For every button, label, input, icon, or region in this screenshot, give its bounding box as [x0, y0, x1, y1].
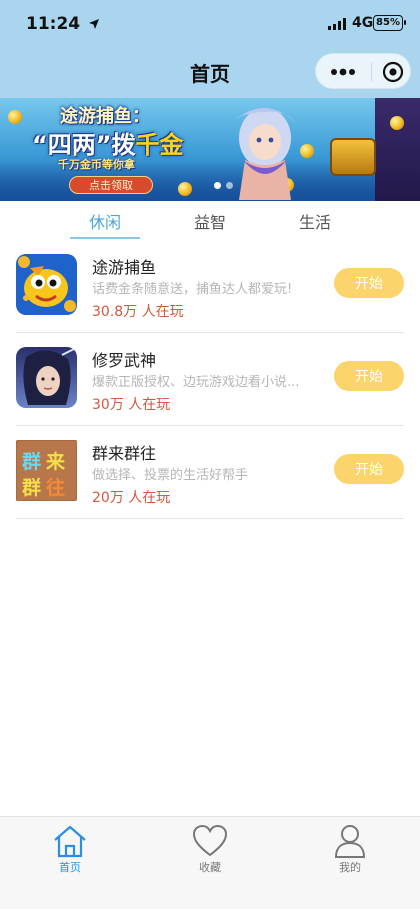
target-circle-icon[interactable]: [382, 61, 404, 83]
game-description: 爆款正版授权、边玩游戏边看小说...: [92, 375, 300, 390]
capsule-divider: [371, 63, 372, 81]
player-count: 30.8万 人在玩: [92, 304, 184, 320]
tab-active-indicator: [70, 237, 140, 239]
battery-icon: 85%: [373, 15, 406, 31]
banner-slogan-prefix: “四两”拨: [32, 131, 136, 159]
list-item[interactable]: 群 来 群 往 群来群往 做选择、投票的生活好帮手 20万 人在玩 开始: [0, 426, 420, 519]
row-divider: [16, 518, 404, 519]
group-app-icon-art: 群 来 群 往: [16, 440, 77, 501]
nav-item-profile[interactable]: 我的: [280, 817, 420, 909]
nav-item-home[interactable]: 首页: [0, 817, 140, 909]
svg-text:往: 往: [46, 476, 65, 499]
nav-label: 首页: [59, 861, 81, 874]
banner-slogan: “四两”拨千金: [32, 125, 184, 160]
location-arrow-icon: [89, 19, 99, 29]
more-dots-icon[interactable]: [330, 64, 356, 80]
start-button[interactable]: 开始: [334, 268, 404, 298]
nav-label: 我的: [339, 861, 361, 874]
start-button[interactable]: 开始: [334, 454, 404, 484]
bottom-tab-bar: 首页 收藏 我的: [0, 816, 420, 909]
status-time: 11:24: [26, 14, 81, 34]
fish-game-icon-art: [16, 254, 77, 315]
heart-icon: [192, 824, 228, 857]
banner-claim-button[interactable]: 点击领取: [69, 176, 153, 194]
banner-next-slide-peek: [375, 98, 420, 201]
warrior-game-icon-art: [16, 347, 77, 408]
list-item[interactable]: 修罗武神 爆款正版授权、边玩游戏边看小说... 30万 人在玩 开始: [0, 333, 420, 426]
tab-puzzle[interactable]: 益智: [175, 209, 245, 233]
home-icon: [54, 825, 86, 858]
game-name: 修罗武神: [92, 351, 157, 370]
user-icon: [334, 825, 366, 858]
game-description: 话费金条随意送，捕鱼达人都爱玩!: [92, 282, 293, 297]
fish-game-icon: [16, 254, 77, 315]
status-bar: 11:24 4G 85%: [0, 0, 420, 48]
banner-slogan-gold: 千金: [135, 131, 184, 159]
svg-text:群: 群: [21, 476, 41, 499]
player-count: 20万 人在玩: [92, 490, 171, 506]
coin-icon: [390, 116, 404, 130]
nav-item-favorites[interactable]: 收藏: [140, 817, 280, 909]
game-name: 途游捕鱼: [92, 258, 157, 277]
coin-icon: [178, 182, 192, 196]
tab-life[interactable]: 生活: [280, 209, 350, 233]
treasure-chest-image: [330, 138, 376, 176]
category-tabs: 休闲 益智 生活: [0, 201, 420, 239]
start-button[interactable]: 开始: [334, 361, 404, 391]
promo-banner[interactable]: 途游捕鱼： “四两”拨千金 千万金币等你拿 点击领取: [0, 98, 420, 201]
header: 11:24 4G 85% 首页: [0, 0, 420, 98]
carousel-dot[interactable]: [226, 182, 233, 189]
network-type: 4G: [352, 15, 374, 31]
carousel-dot-active[interactable]: [214, 182, 221, 189]
mermaid-character-image: [235, 107, 295, 200]
mini-program-capsule: [315, 53, 411, 89]
svg-text:来: 来: [46, 451, 65, 473]
warrior-game-icon: [16, 347, 77, 408]
list-item[interactable]: 途游捕鱼 话费金条随意送，捕鱼达人都爱玩! 30.8万 人在玩 开始: [0, 240, 420, 333]
signal-icon: [328, 18, 346, 30]
tab-leisure[interactable]: 休闲: [70, 209, 140, 233]
svg-text:群: 群: [21, 450, 41, 473]
game-description: 做选择、投票的生活好帮手: [92, 468, 249, 483]
banner-subtitle: 千万金币等你拿: [58, 158, 135, 171]
coin-icon: [8, 110, 22, 124]
player-count: 30万 人在玩: [92, 397, 171, 413]
game-name: 群来群往: [92, 444, 157, 463]
group-app-icon: 群 来 群 往: [16, 440, 77, 501]
nav-label: 收藏: [199, 861, 221, 874]
